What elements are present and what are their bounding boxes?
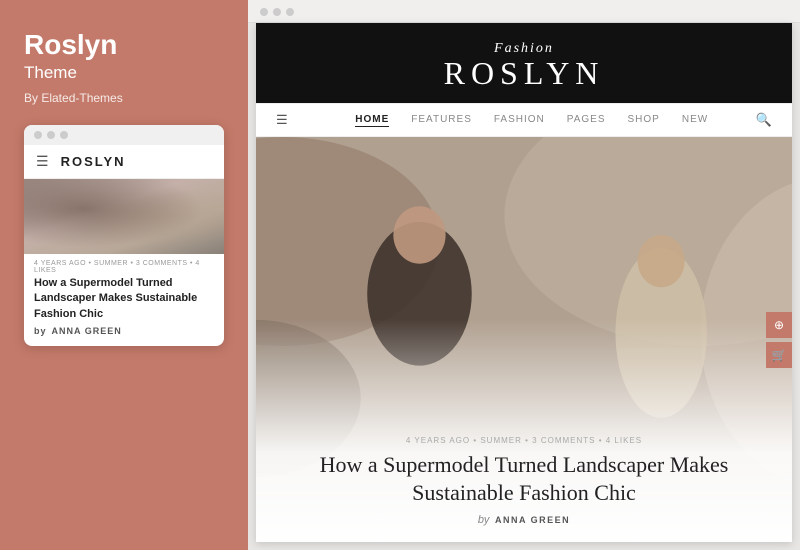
nav-item-pages[interactable]: PAGES <box>567 114 606 127</box>
browser-dot-2 <box>273 8 281 16</box>
site-logo-roslyn: ROSLYN <box>256 57 792 89</box>
mobile-dot-3 <box>60 131 68 139</box>
hero-meta: 4 YEARS AGO • SUMMER • 3 COMMENTS • 4 LI… <box>286 436 762 445</box>
article-hero: 4 YEARS AGO • SUMMER • 3 COMMENTS • 4 LI… <box>256 137 792 542</box>
mobile-image-inner <box>24 179 224 254</box>
hero-byline-prefix: by <box>478 514 490 526</box>
browser-dot-3 <box>286 8 294 16</box>
side-icon-share[interactable]: ⊕ <box>766 312 792 338</box>
side-icons: ⊕ 🛒 <box>766 312 792 368</box>
nav-item-shop[interactable]: SHOP <box>628 114 660 127</box>
browser-chrome <box>248 0 800 23</box>
mobile-logo: ROSLYN <box>61 154 126 169</box>
hero-content: 4 YEARS AGO • SUMMER • 3 COMMENTS • 4 LI… <box>256 426 792 542</box>
mobile-dot-1 <box>34 131 42 139</box>
mobile-titlebar <box>24 125 224 145</box>
mobile-article-meta: 4 YEARS AGO • SUMMER • 3 COMMENTS • 4 LI… <box>34 260 214 274</box>
mobile-article-title: How a Supermodel Turned Landscaper Makes… <box>34 276 214 322</box>
hero-title: How a Supermodel Turned Landscaper Makes… <box>286 451 762 508</box>
site-header: Fashion ROSLYN <box>256 23 792 103</box>
nav-item-features[interactable]: FEATURES <box>411 114 472 127</box>
mobile-byline: by ANNA GREEN <box>34 326 214 336</box>
mobile-hamburger-icon: ☰ <box>36 153 49 170</box>
nav-item-new[interactable]: NEW <box>682 114 708 127</box>
mobile-byline-author: ANNA GREEN <box>52 326 122 336</box>
mobile-dot-2 <box>47 131 55 139</box>
mobile-article-image <box>24 179 224 254</box>
hero-byline: by ANNA GREEN <box>286 514 762 526</box>
hero-byline-author: ANNA GREEN <box>495 515 570 525</box>
side-icon-cart[interactable]: 🛒 <box>766 342 792 368</box>
site-nav: ☰ HOME FEATURES FASHION PAGES SHOP NEW 🔍 <box>256 103 792 137</box>
theme-title: Roslyn <box>24 30 224 61</box>
browser-dot-1 <box>260 8 268 16</box>
nav-item-fashion[interactable]: FASHION <box>494 114 545 127</box>
right-panel: Fashion ROSLYN ☰ HOME FEATURES FASHION P… <box>248 0 800 550</box>
website-preview: Fashion ROSLYN ☰ HOME FEATURES FASHION P… <box>256 23 792 542</box>
mobile-byline-prefix: by <box>34 326 47 336</box>
theme-author: By Elated-Themes <box>24 91 224 105</box>
left-panel: Roslyn Theme By Elated-Themes ☰ ROSLYN 4… <box>0 0 248 550</box>
theme-subtitle: Theme <box>24 63 224 83</box>
nav-items: HOME FEATURES FASHION PAGES SHOP NEW <box>308 114 756 127</box>
nav-item-home[interactable]: HOME <box>355 114 389 127</box>
nav-search-icon[interactable]: 🔍 <box>756 112 772 128</box>
nav-hamburger-icon[interactable]: ☰ <box>276 112 288 128</box>
mobile-nav: ☰ ROSLYN <box>24 145 224 179</box>
mobile-preview-card: ☰ ROSLYN 4 YEARS AGO • SUMMER • 3 COMMEN… <box>24 125 224 346</box>
browser-dots <box>260 8 788 16</box>
